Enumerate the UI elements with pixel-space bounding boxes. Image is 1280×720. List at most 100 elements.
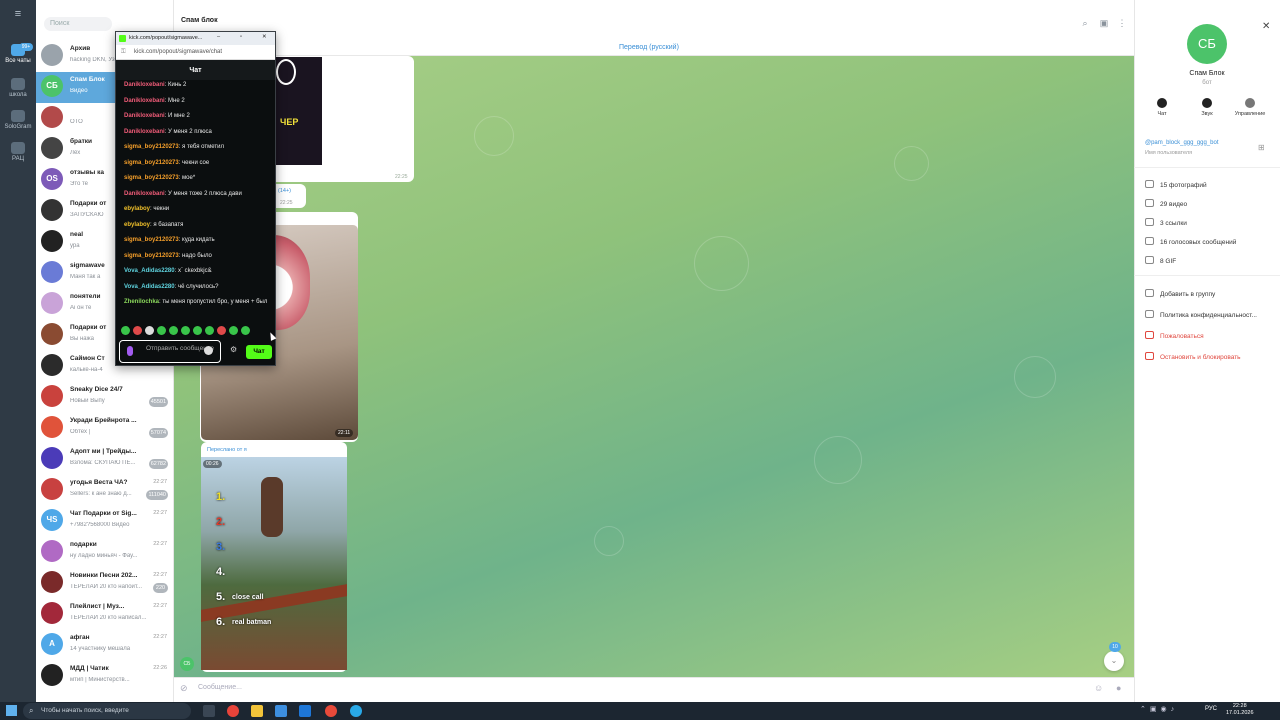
taskbar-search[interactable]: Чтобы начать поиск, введите	[23, 703, 191, 719]
chat-username[interactable]: Danikloxebani	[124, 129, 165, 135]
media-stat-row[interactable]: 15 фотографий	[1145, 180, 1207, 189]
chrome-icon[interactable]	[227, 705, 239, 717]
telegram-icon[interactable]	[350, 705, 362, 717]
language-indicator[interactable]: РУС	[1205, 706, 1217, 712]
mail-icon[interactable]	[299, 705, 311, 717]
chat-list-item[interactable]: МДД | Чатик мтип | Министерств... 22:26	[36, 661, 174, 692]
emote-icon[interactable]	[145, 326, 154, 335]
emote-icon[interactable]	[217, 326, 226, 335]
sender-avatar[interactable]: СБ	[180, 657, 194, 671]
emote-icon[interactable]	[193, 326, 202, 335]
tray-icons[interactable]: ⌃▣◉♪	[1140, 705, 1178, 713]
emoji-icon[interactable]	[204, 346, 213, 355]
chat-list-item[interactable]: Aафган 14 участнику мешала 22:27	[36, 630, 174, 661]
start-icon[interactable]	[6, 705, 17, 716]
chat-preview: 14 участнику мешала	[70, 646, 131, 652]
search-icon[interactable]: ⌕	[1080, 18, 1090, 28]
emote-icon[interactable]	[169, 326, 178, 335]
chat-username[interactable]: ebylaboy	[124, 222, 150, 228]
chat-list-item[interactable]: Плейлист | Муз... ТЕРЕЛАЙ 20 кто написал.…	[36, 599, 174, 630]
more-icon[interactable]: ⋮	[1117, 18, 1127, 28]
emote-icon[interactable]	[133, 326, 142, 335]
emote-icon[interactable]	[229, 326, 238, 335]
sidebar-toggle-icon[interactable]: ▣	[1099, 18, 1109, 28]
chat-message: Vova_Adidas2280: x` ckexbkjc&	[124, 267, 272, 275]
stream-thumbnail[interactable]: ЧЕР	[270, 57, 322, 165]
chat-username[interactable]: Danikloxebani	[124, 82, 165, 88]
chat-list-item[interactable]: Новинки Песни 202... ТЕРЕЛАЙ 20 кто напои…	[36, 568, 174, 599]
message-text: ты меня пропустил бро, у меня + был	[162, 299, 268, 305]
chat-avatar	[41, 447, 63, 469]
profile-username[interactable]: @pam_block_ggg_ggg_bot	[1145, 140, 1218, 146]
chat-message: ebylaboy: чекни	[124, 205, 272, 213]
sound-button[interactable]: Звук	[1189, 98, 1225, 117]
maximize-icon[interactable]: ▫	[240, 34, 242, 40]
media-stat-row[interactable]: 8 GIF	[1145, 256, 1176, 265]
message-input[interactable]: Сообщение...	[198, 684, 242, 691]
popout-url-bar[interactable]: kick.com/popout/sigmawave/chat	[116, 45, 275, 60]
chat-username[interactable]: Danikloxebani	[124, 191, 165, 197]
folder-school[interactable]: школа	[0, 78, 36, 98]
chat-list-item[interactable]: угодья Веста ЧА? Sellers: к ане знаю д...…	[36, 475, 174, 506]
chat-list-item[interactable]: Sneaky Dice 24/7 Новый Выпу 45501	[36, 382, 174, 413]
folder-sologram[interactable]: SoloGram	[0, 110, 36, 130]
chat-name: угодья Веста ЧА?	[70, 479, 128, 486]
chat-name: афган	[70, 634, 90, 641]
media-stat-row[interactable]: 16 голосовых сообщений	[1145, 237, 1236, 246]
send-button[interactable]: Чат	[246, 345, 272, 359]
chat-username[interactable]: sigma_boy2120273	[124, 237, 179, 243]
profile-action-row[interactable]: Добавить в группу	[1145, 289, 1215, 298]
emote-icon[interactable]	[181, 326, 190, 335]
explorer-icon[interactable]	[251, 705, 263, 717]
emote-icon[interactable]	[241, 326, 250, 335]
chat-list-item[interactable]: Укради Брейнрота ... Обтех | 57074	[36, 413, 174, 444]
emote-icon[interactable]	[205, 326, 214, 335]
media-stat-row[interactable]: 29 видео	[1145, 199, 1187, 208]
profile-action-row[interactable]: Пожаловаться	[1145, 331, 1204, 340]
chat-username[interactable]: Danikloxebani	[124, 113, 165, 119]
attach-icon[interactable]: ⊘	[180, 683, 188, 694]
chat-username[interactable]: sigma_boy2120273	[124, 253, 179, 259]
chat-username[interactable]: Vova_Adidas2280	[124, 284, 175, 290]
chat-username[interactable]: Danikloxebani	[124, 98, 165, 104]
qr-icon[interactable]: ⊞	[1258, 143, 1265, 152]
folder-rac[interactable]: РАЦ	[0, 142, 36, 162]
chat-username[interactable]: Vova_Adidas2280	[124, 268, 175, 274]
chat-username[interactable]: ebylaboy	[124, 206, 150, 212]
unread-badge: 45501	[148, 397, 168, 407]
gear-icon[interactable]: ⚙	[230, 345, 237, 354]
profile-action-row[interactable]: Политика конфиденциальност...	[1145, 310, 1257, 319]
menu-icon[interactable]: ≡	[0, 8, 36, 22]
translate-link[interactable]: Перевод (русский)	[619, 44, 679, 51]
mute-icon	[1202, 98, 1212, 108]
task-view-icon[interactable]	[203, 705, 215, 717]
video-player[interactable]	[201, 457, 347, 670]
chat-button[interactable]: Чат	[1144, 98, 1180, 117]
browser-icon[interactable]	[325, 705, 337, 717]
close-icon[interactable]: ✕	[1262, 21, 1270, 32]
emote-icon[interactable]	[157, 326, 166, 335]
chat-username[interactable]: Zhenilochka	[124, 299, 159, 305]
media-stat-row[interactable]: 3 ссылки	[1145, 218, 1187, 227]
chat-list-item[interactable]: ЧS Чат Подарки от Sig... +7982?568000 Виде…	[36, 506, 174, 537]
search-input[interactable]: Поиск	[44, 17, 112, 31]
chat-name: Sneaky Dice 24/7	[70, 386, 123, 393]
taskbar-clock[interactable]: 22:28 17.01.2026	[1226, 703, 1254, 717]
background-doodle	[1014, 356, 1056, 398]
chat-username[interactable]: sigma_boy2120273	[124, 144, 179, 150]
chat-list-item[interactable]: подарки ну ладно миньяч - Фау... 22:27	[36, 537, 174, 568]
profile-action-row[interactable]: Остановить и блокировать	[1145, 352, 1241, 361]
manage-button[interactable]: Управление	[1232, 98, 1268, 117]
store-icon[interactable]	[275, 705, 287, 717]
close-icon[interactable]: ✕	[262, 34, 267, 40]
popout-titlebar: kick.com/popout/sigmawave... – ▫ ✕	[116, 32, 275, 45]
emote-icon[interactable]	[121, 326, 130, 335]
microphone-icon[interactable]: ●	[1116, 683, 1121, 693]
scroll-down-button[interactable]: ⌄	[1104, 651, 1124, 671]
chat-username[interactable]: sigma_boy2120273	[124, 175, 179, 181]
microphone-icon[interactable]	[127, 346, 133, 356]
minimize-icon[interactable]: –	[217, 34, 220, 40]
chat-username[interactable]: sigma_boy2120273	[124, 160, 179, 166]
chat-list-item[interactable]: Адопт ми | Трейды... Взлома: СКУПАЮ ПЕ...…	[36, 444, 174, 475]
emoji-icon[interactable]: ☺	[1094, 683, 1103, 693]
